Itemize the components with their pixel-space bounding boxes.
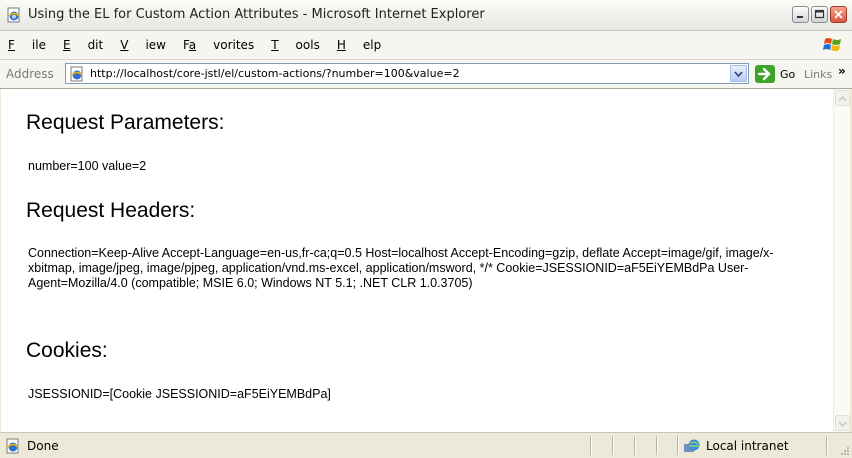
- cookies-text: JSESSIONID=[Cookie JSESSIONID=aF5EiYEMBd…: [28, 387, 331, 401]
- ie-page-icon: [70, 66, 83, 82]
- address-url: http://localhost/core-jstl/el/custom-act…: [90, 67, 460, 80]
- maximize-icon: [814, 9, 825, 19]
- address-bar: Address http://localhost/core-jstl/el/cu…: [0, 60, 852, 89]
- resize-grip-icon[interactable]: [838, 445, 850, 457]
- go-button[interactable]: Go: [780, 68, 795, 81]
- status-divider: [590, 436, 592, 455]
- ie-page-icon: e: [7, 7, 20, 23]
- request-parameters-text: number=100 value=2: [28, 159, 147, 173]
- minimize-icon: [797, 16, 803, 18]
- windows-logo-icon: [823, 38, 841, 51]
- menu-bar: File Edit View Fa vorites Tools Help: [0, 31, 852, 60]
- go-arrow-icon[interactable]: [754, 64, 776, 84]
- status-text: Done: [27, 439, 59, 453]
- scroll-down-button[interactable]: [835, 415, 850, 431]
- menu-item-help[interactable]: Help: [337, 38, 381, 52]
- status-divider: [826, 436, 828, 455]
- links-chevron-icon[interactable]: »: [838, 64, 846, 78]
- minimize-button[interactable]: [792, 6, 809, 23]
- request-headers-text: Connection=Keep-Alive Accept-Language=en…: [28, 246, 774, 290]
- cookies-heading: Cookies:: [26, 339, 108, 362]
- intranet-globe-icon: [684, 439, 700, 452]
- browser-window: e Using the EL for Custom Action Attribu…: [0, 0, 852, 458]
- links-button[interactable]: Links: [804, 68, 832, 81]
- menu-item-tools[interactable]: Tools: [271, 38, 320, 52]
- address-input[interactable]: http://localhost/core-jstl/el/custom-act…: [65, 63, 749, 84]
- menu-item-edit[interactable]: Edit: [63, 38, 103, 52]
- status-divider: [656, 436, 658, 455]
- menu-item-view[interactable]: View: [120, 38, 166, 52]
- close-icon: [834, 10, 843, 19]
- chevron-down-icon: [734, 71, 743, 78]
- scroll-up-button[interactable]: [835, 90, 850, 106]
- address-dropdown-button[interactable]: [730, 65, 747, 82]
- request-headers-heading: Request Headers:: [26, 199, 196, 222]
- request-parameters-heading: Request Parameters:: [26, 111, 225, 134]
- close-button[interactable]: [830, 6, 847, 23]
- page-content: Request Parameters: number=100 value=2 R…: [1, 89, 833, 432]
- svg-text:e: e: [12, 14, 16, 21]
- menu-item-favorites[interactable]: Fa vorites: [183, 38, 254, 52]
- status-divider: [634, 436, 636, 455]
- security-zone-label: Local intranet: [706, 439, 789, 453]
- status-divider: [677, 436, 679, 455]
- chevron-up-icon: [838, 95, 847, 102]
- maximize-button[interactable]: [811, 6, 828, 23]
- ie-page-icon: [6, 438, 19, 454]
- window-title: Using the EL for Custom Action Attribute…: [28, 7, 485, 22]
- chevron-down-icon: [838, 421, 847, 428]
- status-bar: Done Local intranet: [0, 432, 852, 458]
- status-divider: [612, 436, 614, 455]
- title-bar[interactable]: e Using the EL for Custom Action Attribu…: [0, 0, 852, 31]
- menu-item-file[interactable]: File: [8, 38, 46, 52]
- vertical-scrollbar[interactable]: [833, 89, 850, 432]
- address-label: Address: [6, 67, 54, 81]
